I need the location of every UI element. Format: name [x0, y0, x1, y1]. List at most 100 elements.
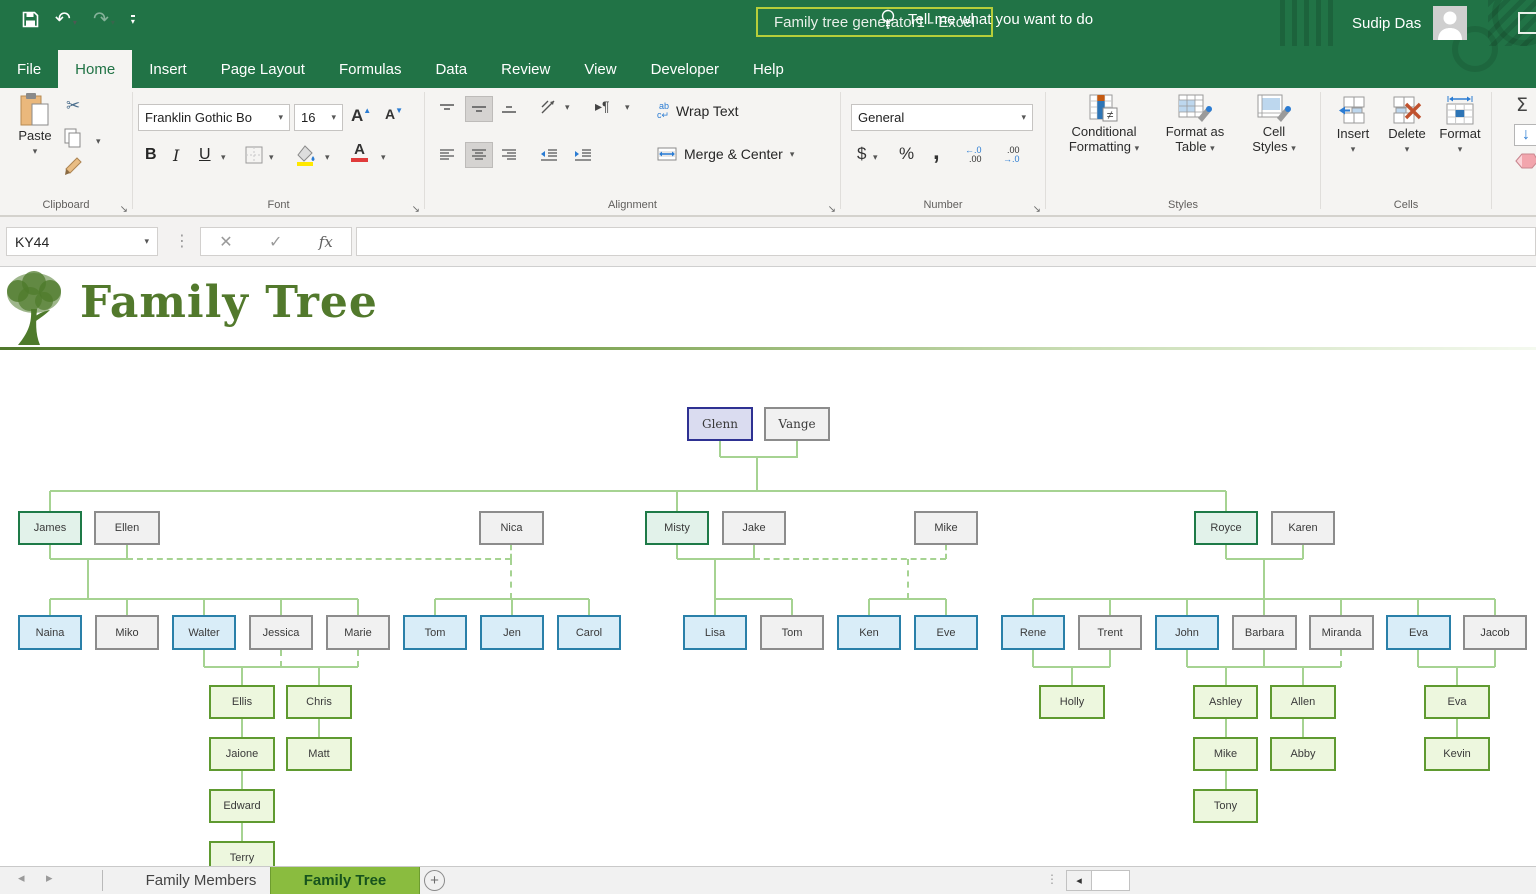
tree-node-walter[interactable]: Walter [172, 615, 236, 650]
align-center-icon[interactable] [465, 142, 493, 168]
comma-button[interactable]: , [933, 138, 940, 166]
text-direction-icon[interactable]: ▸¶ [595, 98, 610, 115]
paste-button[interactable]: Paste ▾ [12, 92, 58, 157]
tree-node-allen[interactable]: Allen [1270, 685, 1336, 719]
chevron-down-icon[interactable]: ▾ [381, 152, 386, 163]
tell-me-box[interactable]: Tell me what you want to do [880, 0, 1093, 38]
merge-center-button[interactable]: Merge & Center ▾ [657, 146, 794, 162]
chevron-down-icon[interactable]: ▾ [73, 18, 77, 27]
customize-quick-access-icon[interactable]: ▾ [130, 14, 135, 25]
account-area[interactable]: Sudip Das [1352, 0, 1468, 46]
tree-node-tom[interactable]: Tom [760, 615, 824, 650]
redo-button[interactable]: ↷ ▾ [93, 8, 115, 30]
format-cells-button[interactable]: Format ▾ [1433, 96, 1487, 155]
autosum-icon[interactable]: Σ [1516, 94, 1528, 116]
tree-node-trent[interactable]: Trent [1078, 615, 1142, 650]
align-bottom-icon[interactable] [499, 100, 519, 118]
cell-styles-button[interactable]: Cell Styles ▾ [1238, 94, 1310, 154]
undo-button[interactable]: ↶ ▾ [55, 8, 77, 30]
chevron-down-icon[interactable]: ▾ [111, 18, 115, 27]
tree-node-naina[interactable]: Naina [18, 615, 82, 650]
new-sheet-icon[interactable]: + [424, 870, 445, 891]
shrink-font-button[interactable]: A▼ [385, 106, 403, 124]
tree-node-ken[interactable]: Ken [837, 615, 901, 650]
underline-button[interactable]: U [199, 146, 211, 164]
sheet-tab-family-tree[interactable]: Family Tree [270, 867, 420, 894]
chevron-down-icon[interactable]: ▾ [221, 152, 226, 163]
chevron-down-icon[interactable]: ▾ [625, 102, 630, 113]
tree-node-eva[interactable]: Eva [1386, 615, 1451, 650]
tree-node-tom[interactable]: Tom [403, 615, 467, 650]
font-dialog-launcher-icon[interactable]: ↘ [412, 204, 420, 215]
chevron-down-icon[interactable]: ▾ [269, 152, 274, 163]
wrap-text-button[interactable]: ab c↵ Wrap Text [657, 102, 739, 120]
tree-node-holly[interactable]: Holly [1039, 685, 1105, 719]
tab-help[interactable]: Help [736, 50, 801, 88]
tree-node-rene[interactable]: Rene [1001, 615, 1065, 650]
align-left-icon[interactable] [437, 146, 457, 164]
enter-icon[interactable]: ✓ [269, 232, 282, 252]
next-sheet-icon[interactable]: ▸ [46, 871, 53, 886]
tree-node-jessica[interactable]: Jessica [249, 615, 313, 650]
font-size-combo[interactable]: 16 ▾ [294, 104, 343, 131]
tree-node-nica[interactable]: Nica [479, 511, 544, 545]
tree-node-lisa[interactable]: Lisa [683, 615, 747, 650]
chevron-down-icon[interactable]: ▾ [1381, 144, 1433, 155]
tree-node-jake[interactable]: Jake [722, 511, 786, 545]
grow-font-button[interactable]: A▲ [351, 106, 371, 126]
fill-down-icon[interactable]: ↓ [1514, 124, 1536, 146]
tree-node-karen[interactable]: Karen [1271, 511, 1335, 545]
tree-node-chris[interactable]: Chris [286, 685, 352, 719]
insert-cells-button[interactable]: Insert ▾ [1327, 96, 1379, 155]
tab-file[interactable]: File [0, 50, 58, 88]
alignment-dialog-launcher-icon[interactable]: ↘ [828, 204, 836, 215]
chevron-down-icon[interactable]: ▾ [873, 152, 878, 163]
tree-node-edward[interactable]: Edward [209, 789, 275, 823]
tree-node-terry[interactable]: Terry [209, 841, 275, 866]
drag-handle-icon[interactable]: ⋮ [174, 231, 190, 250]
format-as-table-button[interactable]: Format as Table ▾ [1154, 94, 1236, 154]
chevron-down-icon[interactable]: ▾ [1327, 144, 1379, 155]
tree-node-ellen[interactable]: Ellen [94, 511, 160, 545]
increase-decimal-button[interactable]: ←.0.00 [965, 146, 982, 164]
tree-node-miranda[interactable]: Miranda [1309, 615, 1374, 650]
currency-button[interactable]: $ [857, 144, 866, 164]
tree-node-ellis[interactable]: Ellis [209, 685, 275, 719]
tree-node-miko[interactable]: Miko [95, 615, 159, 650]
tree-node-vange[interactable]: Vange [764, 407, 830, 441]
formula-input[interactable] [356, 227, 1536, 256]
fill-color-icon[interactable] [295, 144, 317, 166]
italic-button[interactable]: I [173, 146, 179, 165]
tree-node-eve[interactable]: Eve [914, 615, 978, 650]
increase-indent-icon[interactable] [573, 146, 593, 164]
chevron-down-icon[interactable]: ▾ [790, 149, 795, 160]
tree-node-james[interactable]: James [18, 511, 82, 545]
ribbon-display-options-icon[interactable] [1518, 12, 1536, 34]
number-dialog-launcher-icon[interactable]: ↘ [1033, 204, 1041, 215]
decrease-indent-icon[interactable] [539, 146, 559, 164]
name-box[interactable]: KY44 ▾ [6, 227, 158, 256]
prev-sheet-icon[interactable]: ◂ [18, 871, 25, 886]
tab-insert[interactable]: Insert [132, 50, 204, 88]
chevron-down-icon[interactable]: ▾ [325, 152, 330, 163]
tree-node-kevin[interactable]: Kevin [1424, 737, 1490, 771]
tree-node-jacob[interactable]: Jacob [1463, 615, 1527, 650]
delete-cells-button[interactable]: Delete ▾ [1381, 96, 1433, 155]
clipboard-dialog-launcher-icon[interactable]: ↘ [120, 204, 128, 215]
align-top-icon[interactable] [437, 100, 457, 118]
tree-node-jaione[interactable]: Jaione [209, 737, 275, 771]
font-name-combo[interactable]: Franklin Gothic Bo ▾ [138, 104, 290, 131]
borders-icon[interactable] [245, 146, 263, 164]
font-color-button[interactable]: A [351, 142, 368, 162]
sheet-tab-family-members[interactable]: Family Members [108, 867, 294, 894]
drag-handle-icon[interactable]: ⋮ [1046, 872, 1058, 886]
tree-node-matt[interactable]: Matt [286, 737, 352, 771]
conditional-formatting-button[interactable]: ≠ Conditional Formatting ▾ [1056, 94, 1152, 154]
tree-node-glenn[interactable]: Glenn [687, 407, 753, 441]
tree-node-mike[interactable]: Mike [1193, 737, 1258, 771]
tab-page-layout[interactable]: Page Layout [204, 50, 322, 88]
percent-button[interactable]: % [899, 144, 914, 164]
tree-node-carol[interactable]: Carol [557, 615, 621, 650]
worksheet[interactable]: Family Tree Glenn Vange James Ellen Nica Mist… [0, 267, 1536, 866]
tree-node-eva[interactable]: Eva [1424, 685, 1490, 719]
